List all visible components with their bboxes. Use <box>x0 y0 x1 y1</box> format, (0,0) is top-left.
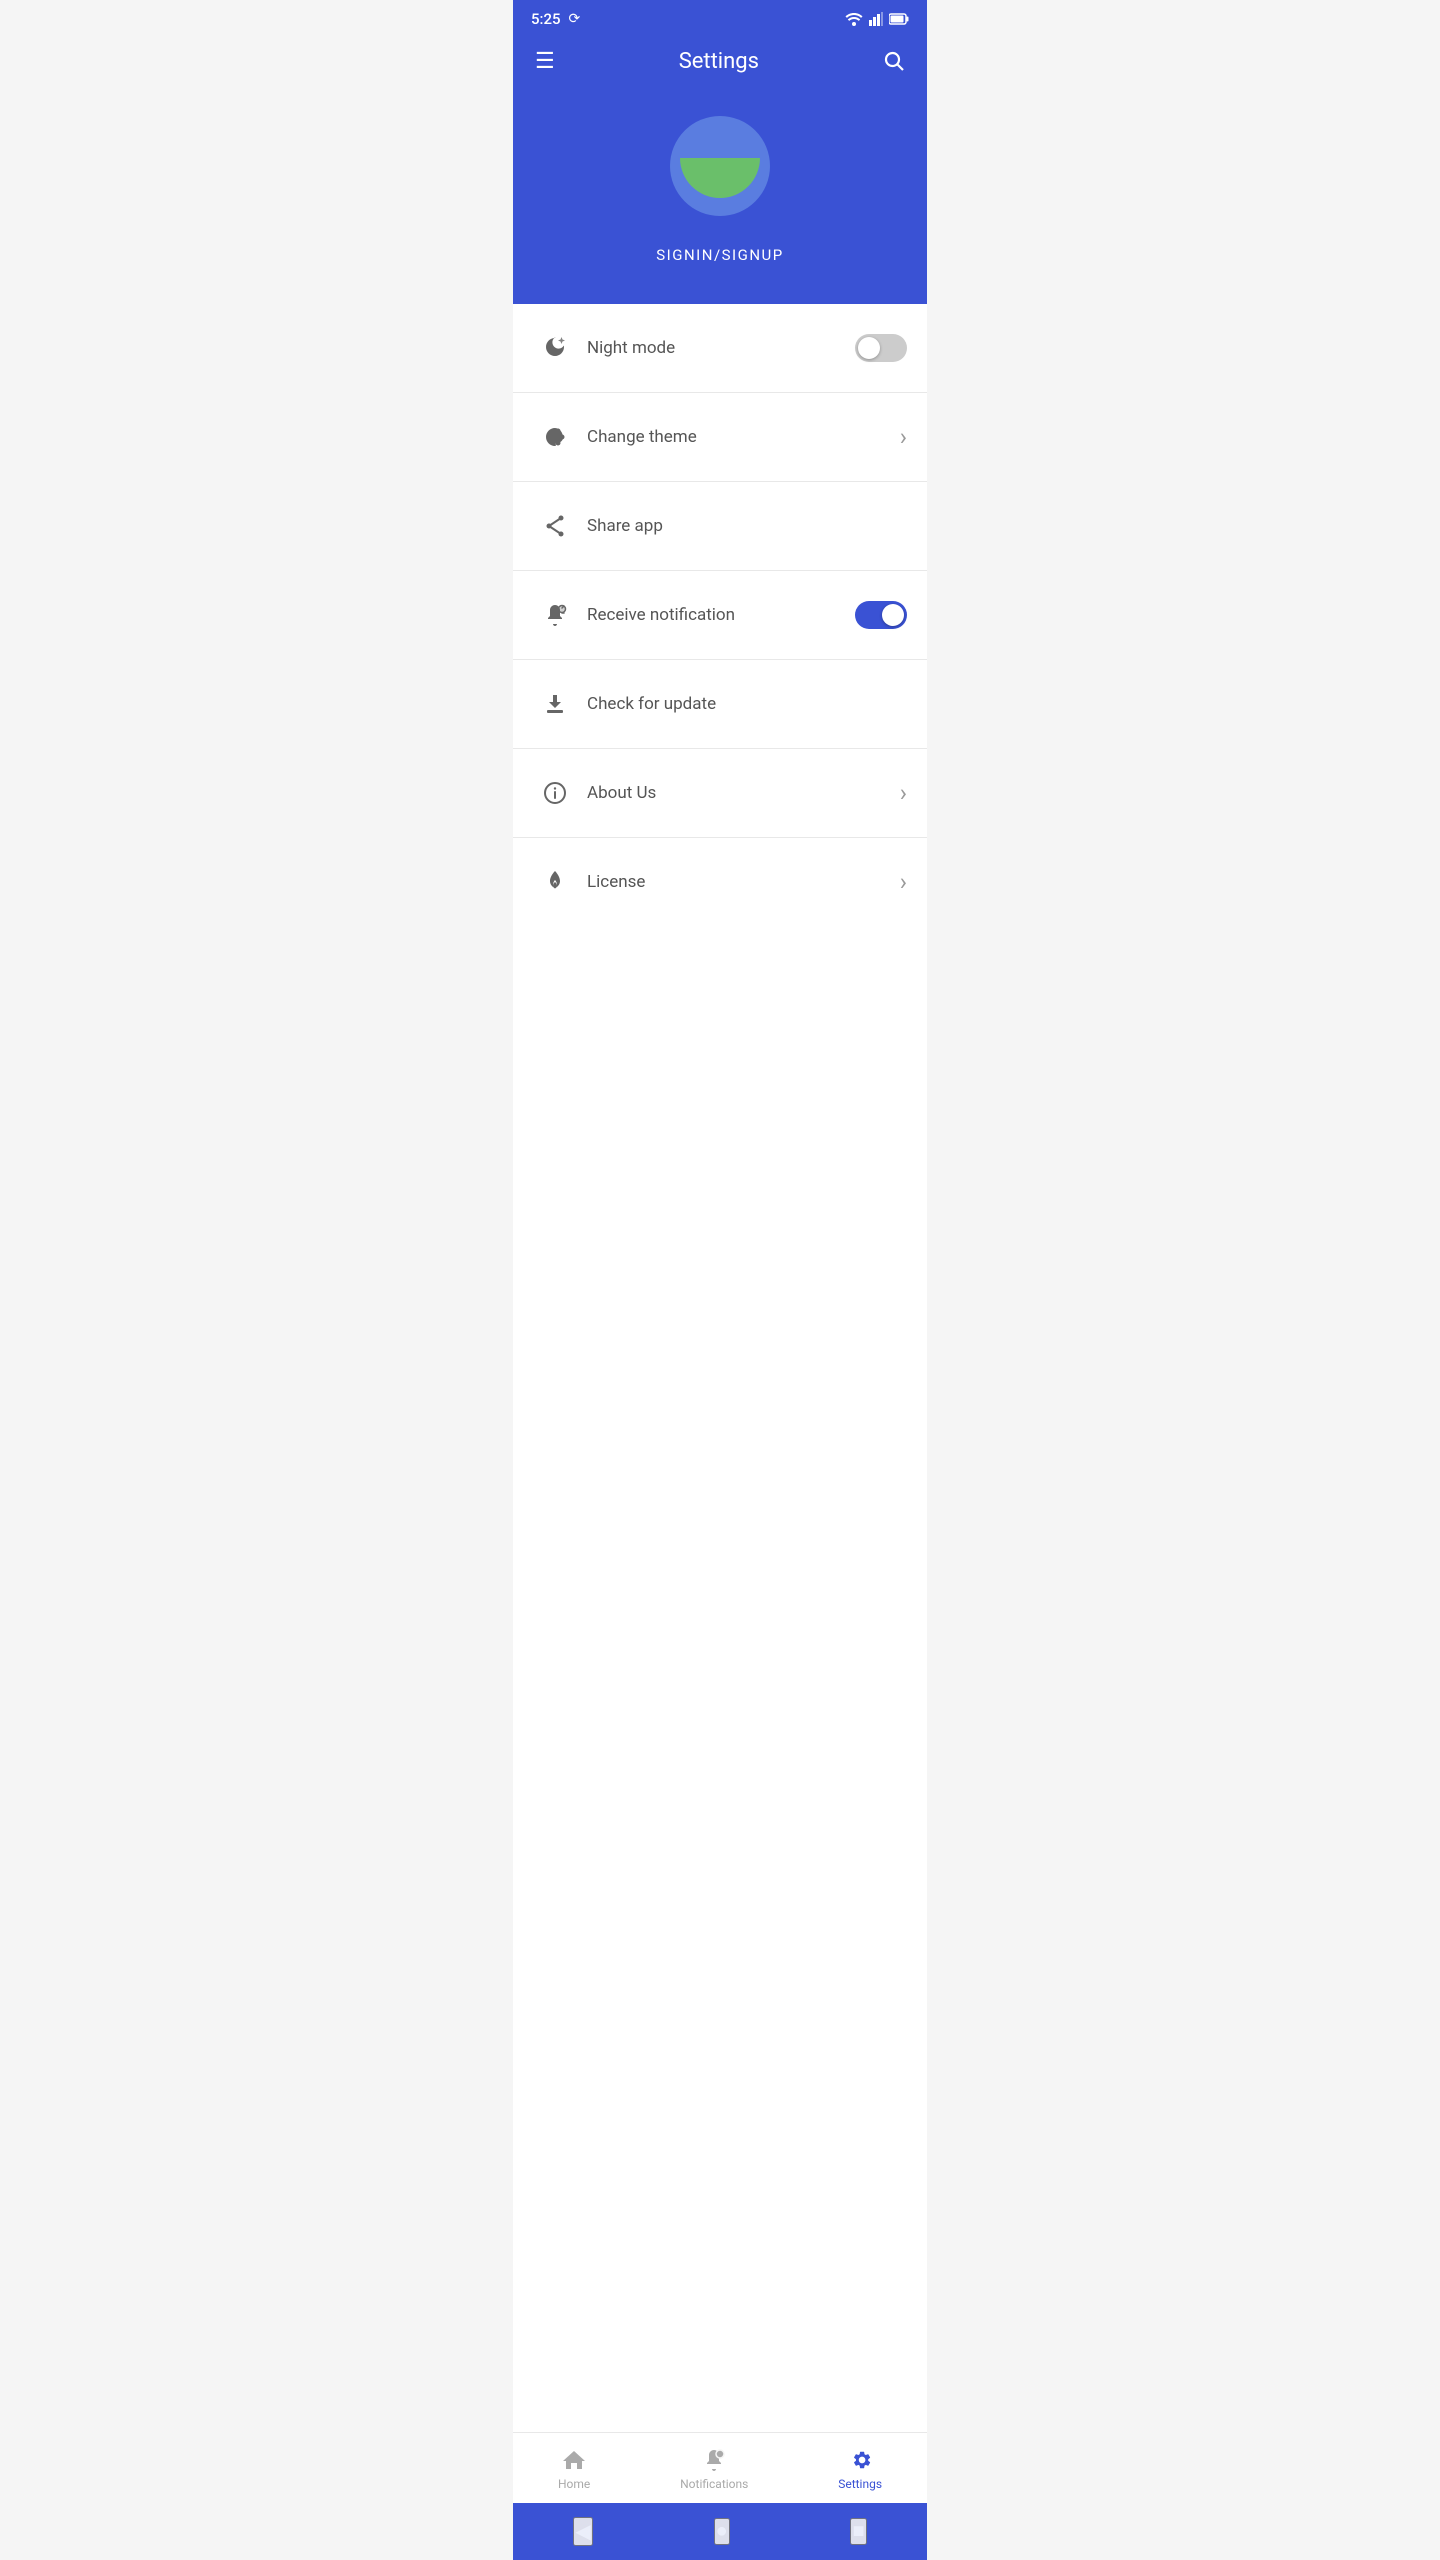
receive-notification-toggle[interactable] <box>855 601 907 629</box>
change-theme-chevron <box>900 423 907 451</box>
settings-item-change-theme[interactable]: Change theme <box>513 393 927 482</box>
bell-active-icon <box>533 593 577 637</box>
settings-item-check-update[interactable]: Check for update <box>513 660 927 749</box>
share-app-label: Share app <box>587 516 907 536</box>
nav-item-home[interactable]: Home <box>538 2443 610 2495</box>
settings-item-receive-notification[interactable]: Receive notification <box>513 571 927 660</box>
fire-icon <box>533 860 577 904</box>
night-mode-label: Night mode <box>587 338 855 358</box>
signal-icon <box>869 12 883 26</box>
settings-list: Night mode Change theme <box>513 304 927 2432</box>
change-theme-label: Change theme <box>587 427 900 447</box>
search-button[interactable] <box>879 46 909 76</box>
settings-item-license[interactable]: License <box>513 838 927 926</box>
share-icon <box>533 504 577 548</box>
status-right <box>845 12 909 26</box>
menu-button[interactable]: ☰ <box>531 44 559 78</box>
license-chevron <box>900 868 907 896</box>
check-update-label: Check for update <box>587 694 907 714</box>
back-button[interactable]: ◀ <box>573 2517 592 2546</box>
home-nav-label: Home <box>558 2477 590 2491</box>
status-bar: 5:25 ⟳ <box>513 0 927 34</box>
home-button[interactable]: ● <box>714 2518 730 2545</box>
receive-notification-label: Receive notification <box>587 605 855 625</box>
top-bar: ☰ Settings <box>513 34 927 96</box>
signin-button[interactable]: SIGNIN/SIGNUP <box>656 246 783 264</box>
moon-icon <box>533 326 577 370</box>
avatar-shape <box>680 158 760 198</box>
nav-item-settings[interactable]: Settings <box>818 2443 902 2495</box>
avatar <box>670 116 770 216</box>
settings-item-share-app[interactable]: Share app <box>513 482 927 571</box>
wifi-icon <box>845 12 863 26</box>
download-icon <box>533 682 577 726</box>
recents-button[interactable]: ■ <box>850 2518 866 2545</box>
about-us-chevron <box>900 779 907 807</box>
palette-icon <box>533 415 577 459</box>
settings-item-about-us[interactable]: About Us <box>513 749 927 838</box>
bottom-nav: Home Notifications Settings <box>513 2432 927 2503</box>
page-title: Settings <box>679 49 759 74</box>
home-icon <box>561 2447 587 2473</box>
notifications-nav-label: Notifications <box>680 2477 748 2491</box>
settings-item-night-mode[interactable]: Night mode <box>513 304 927 393</box>
settings-nav-label: Settings <box>838 2477 882 2491</box>
nav-item-notifications[interactable]: Notifications <box>660 2443 768 2495</box>
notifications-icon <box>701 2447 727 2473</box>
sync-icon: ⟳ <box>569 11 581 27</box>
status-left: 5:25 ⟳ <box>531 10 580 28</box>
battery-icon <box>889 13 909 25</box>
about-us-label: About Us <box>587 783 900 803</box>
time-display: 5:25 <box>531 10 561 28</box>
profile-area: SIGNIN/SIGNUP <box>513 96 927 304</box>
license-label: License <box>587 872 900 892</box>
night-mode-toggle[interactable] <box>855 334 907 362</box>
info-icon <box>533 771 577 815</box>
settings-icon <box>847 2447 873 2473</box>
android-nav-bar: ◀ ● ■ <box>513 2503 927 2560</box>
